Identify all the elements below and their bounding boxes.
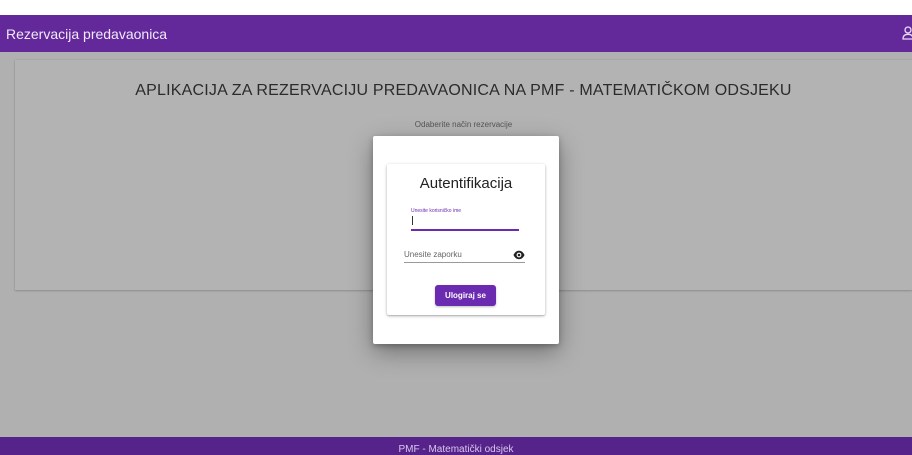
username-field: Unesite korisničko ime: [411, 208, 520, 232]
text-caret: [412, 216, 413, 225]
password-underline: [404, 262, 525, 263]
eye-icon[interactable]: [513, 247, 525, 260]
page-heading: APLIKACIJA ZA REZERVACIJU PREDAVAONICA N…: [135, 82, 792, 99]
user-icon[interactable]: [902, 26, 912, 40]
app-root: Rezervacija predavaonica APLIKACIJA ZA R…: [0, 0, 912, 455]
auth-title: Autentifikacija: [419, 175, 513, 192]
username-underline: [411, 229, 519, 231]
username-input[interactable]: [411, 216, 519, 228]
login-dialog: Autentifikacija Unesite korisničko ime U…: [373, 136, 559, 344]
reservation-mode-prompt: Odaberite način rezervacije: [414, 120, 513, 129]
footer-text: PMF - Matematički odsjek: [398, 444, 514, 455]
app-title: Rezervacija predavaonica: [6, 26, 168, 42]
username-label: Unesite korisničko ime: [411, 208, 462, 214]
footer-bar: PMF - Matematički odsjek: [0, 437, 912, 455]
top-toolbar: Rezervacija predavaonica: [0, 15, 912, 52]
auth-card: Autentifikacija Unesite korisničko ime U…: [387, 164, 545, 315]
login-button[interactable]: Ulogiraj se: [435, 285, 496, 306]
password-field: [404, 246, 527, 266]
password-input[interactable]: [404, 248, 504, 260]
